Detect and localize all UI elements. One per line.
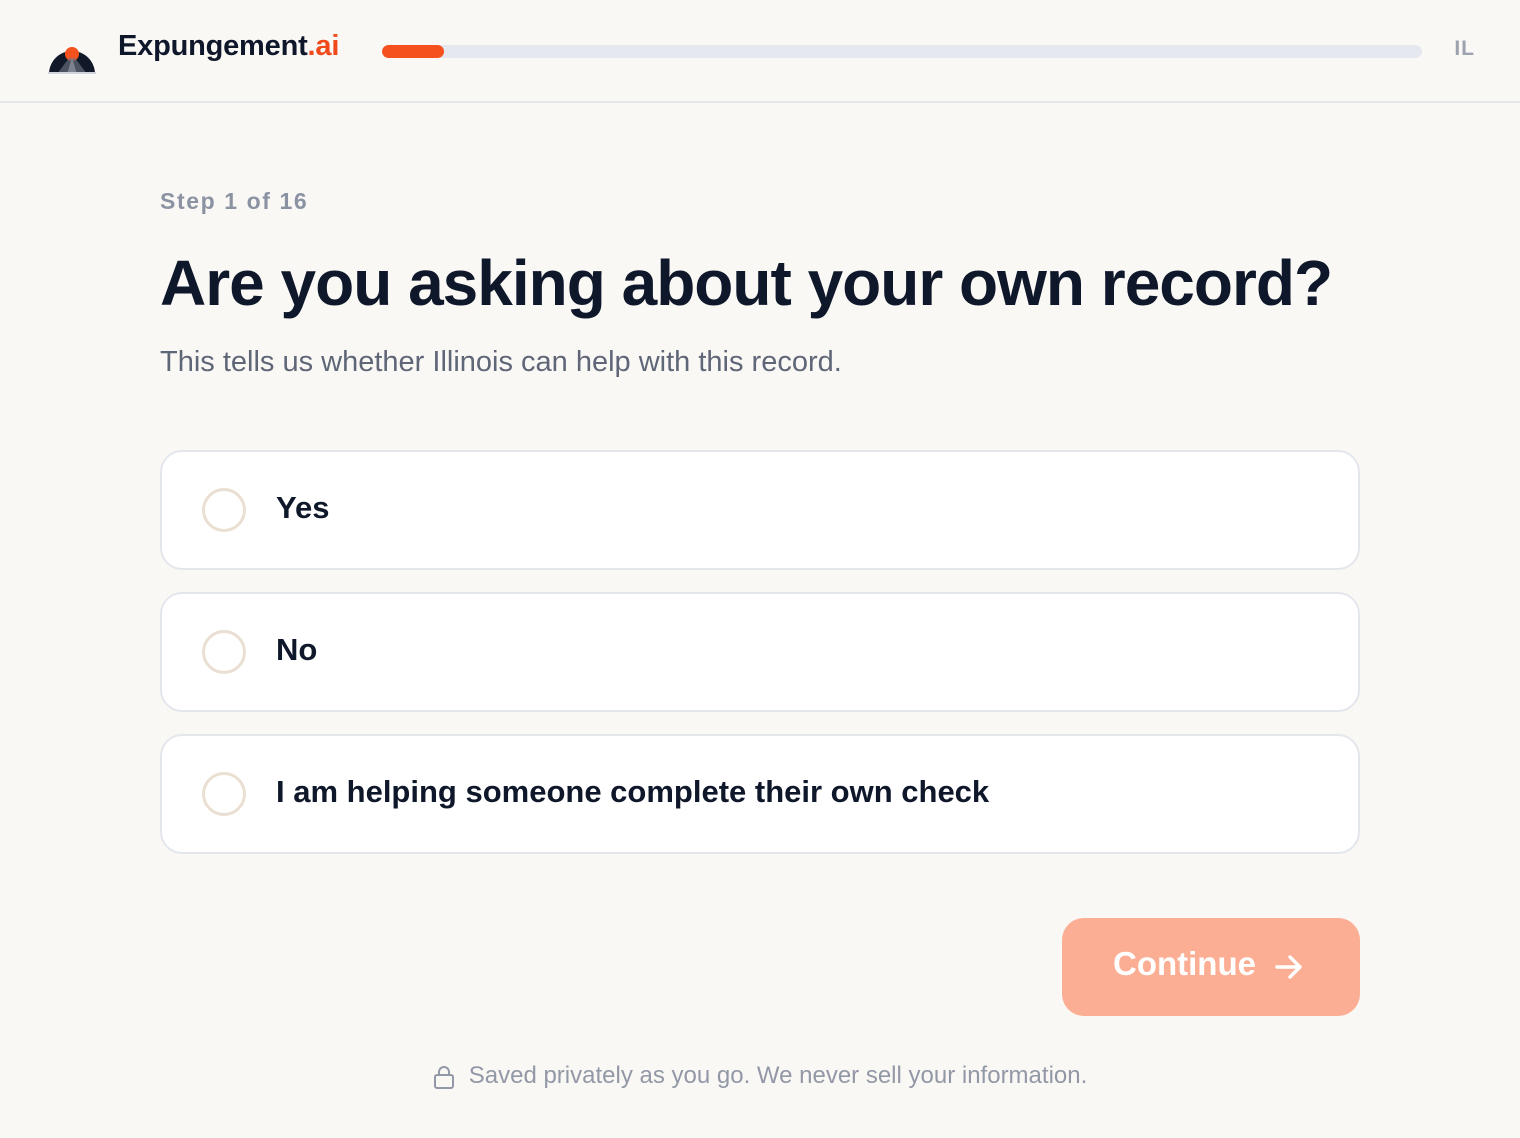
arrow-right-icon [1275, 955, 1302, 979]
step-indicator: Step 1 of 16 [160, 188, 309, 214]
page-subtitle: This tells us whether Illinois can help … [160, 346, 842, 378]
brand-logo-icon [48, 47, 96, 74]
radio-button[interactable] [202, 488, 246, 532]
option-helping-someone[interactable]: I am helping someone complete their own … [160, 734, 1360, 854]
radio-button[interactable] [202, 772, 246, 816]
brand-name[interactable]: Expungement.ai [118, 30, 339, 63]
progress-bar-fill [382, 45, 445, 58]
option-label: Yes [276, 490, 330, 525]
brand-tld: .ai [307, 30, 340, 62]
state-badge: IL [1454, 37, 1475, 60]
option-yes[interactable]: Yes [160, 450, 1360, 570]
privacy-note-text: Saved privately as you go. We never sell… [468, 1062, 1088, 1089]
page-title: Are you asking about your own record? [160, 247, 1333, 319]
top-header: Expungement.ai IL [0, 0, 1520, 103]
radio-button[interactable] [202, 630, 246, 674]
brand-name-text: Expungement [118, 30, 308, 62]
privacy-note-content: Saved privately as you go. We never sell… [433, 1062, 1088, 1090]
continue-button[interactable]: Continue [1062, 918, 1360, 1016]
progress-bar [382, 45, 1422, 58]
continue-label: Continue [1113, 945, 1256, 982]
option-label: No [276, 632, 318, 667]
option-no[interactable]: No [160, 592, 1360, 712]
privacy-note: Saved privately as you go. We never sell… [0, 1062, 1520, 1090]
option-label: I am helping someone complete their own … [276, 774, 990, 809]
lock-icon [433, 1066, 454, 1089]
